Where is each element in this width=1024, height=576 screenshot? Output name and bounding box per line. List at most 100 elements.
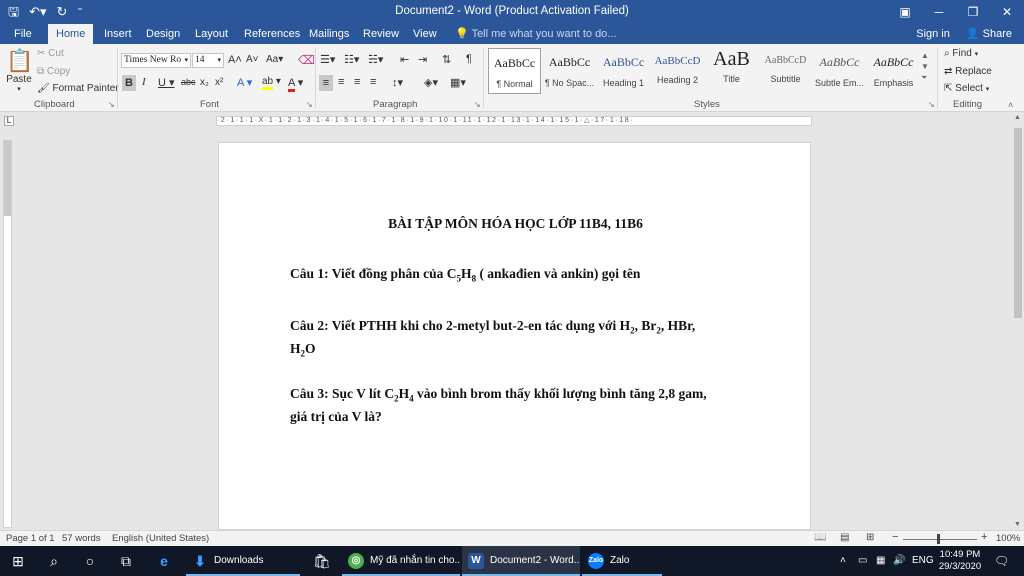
minimize-icon[interactable]: ─ xyxy=(922,0,956,24)
style-subtitle[interactable]: AaBbCcD Subtitle xyxy=(759,48,812,94)
scroll-up-icon[interactable]: ▲ xyxy=(1014,114,1021,121)
clear-formatting-icon[interactable]: ⌫ xyxy=(298,53,315,67)
style-emphasis[interactable]: AaBbCc Emphasis xyxy=(867,48,920,94)
dialog-launcher-icon[interactable]: ↘ xyxy=(306,100,313,109)
taskbar-app-zalo[interactable]: Zalo Zalo xyxy=(582,546,662,576)
sort-icon[interactable]: ⇅ xyxy=(442,53,451,66)
read-mode-icon[interactable]: 📖 xyxy=(814,532,826,543)
replace-button[interactable]: ⇄ Replace xyxy=(944,66,992,77)
notifications-icon[interactable]: 🗨 xyxy=(994,546,1009,576)
align-right-icon[interactable]: ≡ xyxy=(354,76,360,88)
underline-icon[interactable]: U ▾ xyxy=(158,76,175,89)
task-view-icon[interactable]: ⧉ xyxy=(115,551,137,571)
pilcrow-icon[interactable]: ¶ xyxy=(466,53,472,65)
font-name-box[interactable]: Times New Ro ▾ xyxy=(121,53,191,68)
zoom-out-icon[interactable]: − xyxy=(892,531,898,543)
decrease-indent-icon[interactable]: ⇤ xyxy=(400,53,409,66)
subscript-icon[interactable]: x₂ xyxy=(200,77,209,88)
change-case-icon[interactable]: Aa▾ xyxy=(266,54,283,65)
page-count[interactable]: Page 1 of 1 xyxy=(6,533,55,544)
zoom-level[interactable]: 100% xyxy=(996,533,1020,544)
grow-font-icon[interactable]: A˄ xyxy=(228,54,242,66)
superscript-icon[interactable]: x² xyxy=(215,77,223,88)
increase-indent-icon[interactable]: ⇥ xyxy=(418,53,427,66)
strikethrough-icon[interactable]: abc xyxy=(181,77,196,87)
input-language[interactable]: ENG xyxy=(912,546,934,576)
italic-icon[interactable]: I xyxy=(142,76,146,88)
zoom-slider[interactable] xyxy=(903,539,977,540)
tab-layout[interactable]: Layout xyxy=(187,24,236,44)
vertical-scrollbar[interactable]: ▲ ▼ xyxy=(1012,112,1024,530)
style-heading-2[interactable]: AaBbCcD Heading 2 xyxy=(651,48,704,94)
search-icon[interactable]: ⌕ xyxy=(43,551,65,571)
share-button[interactable]: 👤 Share xyxy=(966,24,1012,44)
tab-file[interactable]: File xyxy=(6,24,40,44)
dialog-launcher-icon[interactable]: ↘ xyxy=(928,100,935,109)
tab-view[interactable]: View xyxy=(405,24,445,44)
justify-icon[interactable]: ≡ xyxy=(370,76,376,88)
cut-button[interactable]: ✂ Cut xyxy=(37,48,64,59)
taskbar-app-chrome[interactable]: ◎ Mỹ đã nhắn tin cho... xyxy=(342,546,460,576)
font-size-box[interactable]: 14 ▾ xyxy=(192,53,224,68)
tell-me-box[interactable]: 💡 Tell me what you want to do... xyxy=(455,24,616,44)
bold-icon[interactable]: B xyxy=(122,75,136,91)
zoom-slider-thumb[interactable] xyxy=(937,534,940,544)
tab-references[interactable]: References xyxy=(236,24,308,44)
taskbar-app-downloads[interactable]: ⬇ Downloads xyxy=(186,546,300,576)
store-icon[interactable]: 🛍 xyxy=(311,551,333,571)
tab-mailings[interactable]: Mailings xyxy=(301,24,357,44)
clock[interactable]: 10:49 PM 29/3/2020 xyxy=(936,549,984,573)
word-count[interactable]: 57 words xyxy=(62,533,101,544)
numbering-icon[interactable]: ☷▾ xyxy=(344,53,359,66)
close-icon[interactable]: ✕ xyxy=(990,0,1024,24)
sign-in-link[interactable]: Sign in xyxy=(916,24,950,44)
tab-home[interactable]: Home xyxy=(48,24,94,44)
tab-insert[interactable]: Insert xyxy=(96,24,140,44)
copy-button[interactable]: ⧉ Copy xyxy=(37,66,70,77)
web-layout-icon[interactable]: ⊞ xyxy=(866,532,874,543)
multilevel-list-icon[interactable]: ☵▾ xyxy=(368,53,383,66)
language-indicator[interactable]: English (United States) xyxy=(112,533,209,544)
cortana-icon[interactable]: ○ xyxy=(79,551,101,571)
scrollbar-thumb[interactable] xyxy=(1014,128,1022,318)
scroll-down-icon[interactable]: ▼ xyxy=(1014,521,1021,528)
shrink-font-icon[interactable]: A˅ xyxy=(246,54,259,65)
format-painter-button[interactable]: 🖌 Format Painter xyxy=(37,83,119,94)
document-page[interactable]: BÀI TẬP MÔN HÓA HỌC LỚP 11B4, 11B6 Câu 1… xyxy=(218,142,811,530)
dialog-launcher-icon[interactable]: ↘ xyxy=(474,100,481,109)
vertical-ruler[interactable] xyxy=(3,140,12,528)
highlight-icon[interactable]: ab ▾ xyxy=(262,76,281,90)
style-no-spacing[interactable]: AaBbCc ¶ No Spac... xyxy=(543,48,596,94)
style-normal[interactable]: AaBbCc ¶ Normal xyxy=(488,48,541,94)
select-button[interactable]: ⇱ Select ▾ xyxy=(944,83,989,94)
horizontal-ruler[interactable]: ·2·1·1·1·X·1·1·2·1·3·1·4·1·5·1·6·1·7·1·8… xyxy=(216,116,812,126)
zoom-in-icon[interactable]: + xyxy=(981,531,987,543)
styles-scroll-icon[interactable]: ▲ ▼ ⏷ xyxy=(921,50,929,83)
ribbon-display-options-icon[interactable]: ▣ xyxy=(888,0,922,24)
shading-icon[interactable]: ◈▾ xyxy=(424,76,438,89)
collapse-ribbon-icon[interactable]: ˄ xyxy=(1008,100,1013,110)
volume-icon[interactable]: 🔊 xyxy=(893,546,905,576)
font-color-icon[interactable]: A ▾ xyxy=(288,76,303,92)
line-spacing-icon[interactable]: ↕▾ xyxy=(392,76,403,89)
battery-icon[interactable]: ▭ xyxy=(858,546,867,576)
dialog-launcher-icon[interactable]: ↘ xyxy=(108,100,115,109)
edge-icon[interactable]: e xyxy=(153,551,175,571)
find-button[interactable]: ⌕ Find ▾ xyxy=(944,48,978,59)
show-hidden-icons[interactable]: ˄ xyxy=(840,546,846,576)
align-center-icon[interactable]: ≡ xyxy=(338,76,344,88)
paste-button[interactable]: 📋 Paste ▾ xyxy=(6,48,33,93)
bullets-icon[interactable]: ☰▾ xyxy=(320,53,335,66)
align-left-icon[interactable]: ≡ xyxy=(319,75,333,91)
taskbar-app-word[interactable]: W Document2 - Word... xyxy=(462,546,580,576)
style-subtle-emphasis[interactable]: AaBbCc Subtle Em... xyxy=(813,48,866,94)
print-layout-icon[interactable]: ▤ xyxy=(840,532,849,543)
tab-review[interactable]: Review xyxy=(355,24,407,44)
text-effects-icon[interactable]: A ▾ xyxy=(237,76,252,89)
tab-selector-icon[interactable]: L xyxy=(4,116,14,126)
borders-icon[interactable]: ▦▾ xyxy=(450,76,466,89)
restore-icon[interactable]: ❐ xyxy=(956,0,990,24)
style-title[interactable]: AaB Title xyxy=(705,48,758,94)
network-icon[interactable]: ▦ xyxy=(876,546,885,576)
windows-start-icon[interactable]: ⊞ xyxy=(7,551,29,571)
